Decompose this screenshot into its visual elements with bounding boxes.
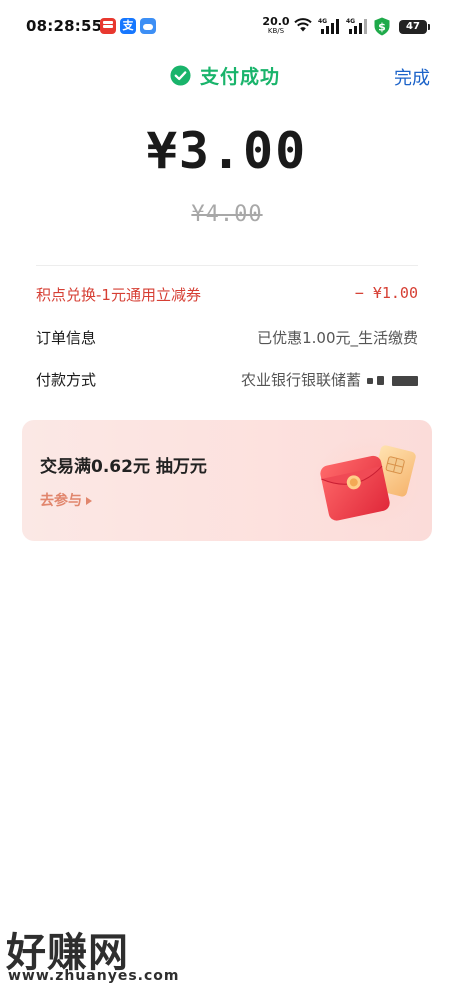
success-status: 支付成功 (170, 63, 281, 88)
discount-row: 积点兑换-1元通用立减券 − ¥1.00 (36, 284, 418, 308)
divider (36, 265, 418, 266)
original-amount: ¥4.00 (191, 202, 263, 227)
promo-title: 交易满0.62元 抽万元 (40, 457, 207, 477)
shield-icon: $ (374, 17, 390, 36)
weather-icon (140, 18, 156, 34)
order-info-row[interactable]: 订单信息 已优惠1.00元_生活缴费 (36, 327, 418, 351)
network-speed-unit: KB/S (267, 27, 285, 35)
signal-4g-icon: 4G (318, 18, 339, 34)
payment-method-value-wrap: 农业银行银联储蓄 (241, 369, 418, 390)
participate-link[interactable]: 去参与 (40, 490, 92, 510)
network-speed: 20.0 KB/S (262, 16, 290, 35)
masked-card-number-2 (377, 376, 384, 385)
participate-link-label: 去参与 (40, 493, 82, 509)
paid-amount: ¥3.00 (146, 122, 308, 180)
svg-text:4G: 4G (346, 18, 355, 25)
network-speed-value: 20.0 (262, 15, 290, 28)
promo-card[interactable]: 交易满0.62元 抽万元 去参与 (22, 420, 432, 541)
payment-method-row[interactable]: 付款方式 农业银行银联储蓄 (36, 369, 418, 393)
wifi-icon (294, 18, 312, 32)
discount-value: − ¥1.00 (354, 284, 418, 302)
header: 支付成功 完成 (0, 52, 454, 98)
done-button[interactable]: 完成 (394, 64, 430, 90)
alipay-icon: 支 (120, 18, 136, 34)
status-time: 08:28:55 (26, 17, 103, 35)
signal-4g-icon-2: 4G (346, 18, 367, 34)
masked-card-number-3 (392, 375, 418, 386)
watermark-en: www.zhuanyes.com (8, 968, 180, 984)
check-circle-icon (170, 64, 191, 86)
play-arrow-icon (86, 497, 92, 505)
battery-indicator: 47 (399, 20, 430, 34)
pinduoduo-icon (100, 18, 116, 34)
watermark-logo: 好赚网 www.zhuanyes.com (6, 920, 196, 990)
payment-method-value: 农业银行银联储蓄 (240, 371, 361, 389)
payment-method-label: 付款方式 (36, 371, 97, 389)
red-envelope-icon (312, 436, 424, 528)
status-bar: 08:28:55 支 20.0 KB/S 4G 4G $ 47 (0, 0, 454, 52)
discount-label: 积点兑换-1元通用立减券 (36, 286, 201, 304)
order-info-label: 订单信息 (36, 329, 97, 347)
svg-text:4G: 4G (318, 18, 327, 25)
order-info-value: 已优惠1.00元_生活缴费 (257, 329, 418, 347)
masked-card-number (367, 377, 373, 384)
page-title: 支付成功 (200, 65, 281, 88)
svg-text:$: $ (378, 21, 386, 34)
